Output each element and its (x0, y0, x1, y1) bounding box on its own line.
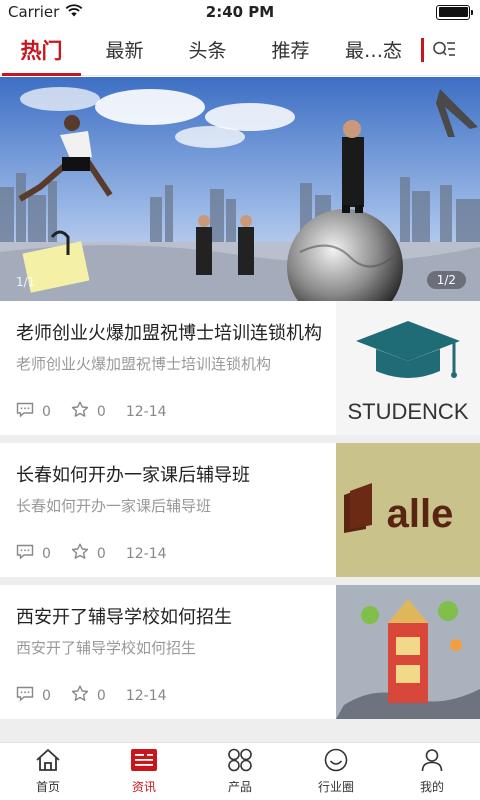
news-text: 长春如何开办一家课后辅导班 长春如何开办一家课后辅导班 0 0 12-14 (16, 443, 324, 577)
search-list-icon[interactable] (424, 24, 464, 76)
tab-latest-news[interactable]: 最…态 (332, 24, 415, 76)
banner-carousel[interactable]: 1/1 1/2 (0, 77, 480, 301)
comment-count: 0 (42, 403, 51, 420)
user-icon (419, 748, 445, 775)
news-item[interactable]: 老师创业火爆加盟祝博士培训连锁机构 老师创业火爆加盟祝博士培训连锁机构 0 0 … (0, 301, 480, 435)
status-bar: Carrier 2:40 PM (0, 0, 480, 24)
nav-home-label: 首页 (35, 780, 60, 794)
news-icon (130, 748, 158, 775)
nav-me-label: 我的 (419, 780, 444, 794)
bottom-nav: 首页 资讯 产品 行业圈 我的 (0, 742, 480, 800)
nav-me[interactable]: 我的 (384, 743, 480, 800)
comment-icon (16, 544, 34, 564)
category-tabs: 热门 最新 头条 推荐 最…态 (0, 24, 480, 76)
news-text: 老师创业火爆加盟祝博士培训连锁机构 老师创业火爆加盟祝博士培训连锁机构 0 0 … (16, 301, 324, 435)
news-title: 西安开了辅导学校如何招生 (16, 607, 232, 628)
comment-count: 0 (42, 545, 51, 562)
banner-counter: 1/1 (16, 275, 36, 289)
news-item[interactable]: 长春如何开办一家课后辅导班 长春如何开办一家课后辅导班 0 0 12-14 al (0, 443, 480, 577)
battery-icon (436, 4, 473, 20)
tab-hot[interactable]: 热门 (0, 24, 83, 76)
favorite-count: 0 (96, 403, 106, 420)
favorite-count: 0 (96, 545, 106, 562)
news-item[interactable]: 西安开了辅导学校如何招生 西安开了辅导学校如何招生 0 0 12-14 (0, 585, 480, 719)
star-icon (71, 685, 89, 706)
favorite-count: 0 (96, 687, 106, 704)
nav-industry-label: 行业圈 (317, 780, 354, 794)
news-text: 西安开了辅导学校如何招生 西安开了辅导学校如何招生 0 0 12-14 (16, 585, 324, 719)
smile-icon (323, 748, 349, 775)
news-meta: 0 0 12-14 (16, 401, 167, 422)
nav-products-label: 产品 (227, 780, 252, 794)
comment-count: 0 (42, 687, 51, 704)
nav-home[interactable]: 首页 (0, 743, 96, 800)
news-date: 12-14 (125, 687, 167, 704)
news-thumbnail (336, 585, 480, 719)
nav-industry[interactable]: 行业圈 (288, 743, 384, 800)
news-date: 12-14 (125, 403, 167, 420)
news-title: 老师创业火爆加盟祝博士培训连锁机构 (16, 323, 322, 344)
news-title: 长春如何开办一家课后辅导班 (16, 465, 250, 486)
tab-headlines[interactable]: 头条 (166, 24, 249, 76)
news-meta: 0 0 12-14 (16, 685, 167, 706)
tab-recommended[interactable]: 推荐 (249, 24, 332, 76)
news-summary: 老师创业火爆加盟祝博士培训连锁机构 (16, 355, 272, 373)
tab-latest[interactable]: 最新 (83, 24, 166, 76)
grid-icon (227, 748, 253, 775)
nav-news-label: 资讯 (131, 780, 156, 794)
carrier-label: Carrier (8, 3, 60, 21)
wifi-icon (65, 3, 83, 21)
comment-icon (16, 686, 34, 706)
banner-image (0, 77, 480, 301)
comment-icon (16, 402, 34, 422)
news-summary: 长春如何开办一家课后辅导班 (16, 497, 212, 515)
status-left: Carrier (8, 3, 83, 21)
home-icon (34, 748, 62, 775)
list-divider (0, 719, 480, 742)
news-thumbnail: STUDENCK (336, 301, 480, 435)
list-divider (0, 435, 480, 443)
nav-products[interactable]: 产品 (192, 743, 288, 800)
news-date: 12-14 (125, 545, 167, 562)
nav-news[interactable]: 资讯 (96, 743, 192, 800)
star-icon (71, 401, 89, 422)
list-divider (0, 577, 480, 585)
thumb-text: STUDENCK (347, 399, 468, 424)
banner-page-indicator: 1/2 (426, 271, 466, 289)
news-summary: 西安开了辅导学校如何招生 (16, 639, 197, 657)
thumb-text: alle (387, 492, 454, 536)
news-meta: 0 0 12-14 (16, 543, 167, 564)
news-thumbnail: alle (336, 443, 480, 577)
star-icon (71, 543, 89, 564)
